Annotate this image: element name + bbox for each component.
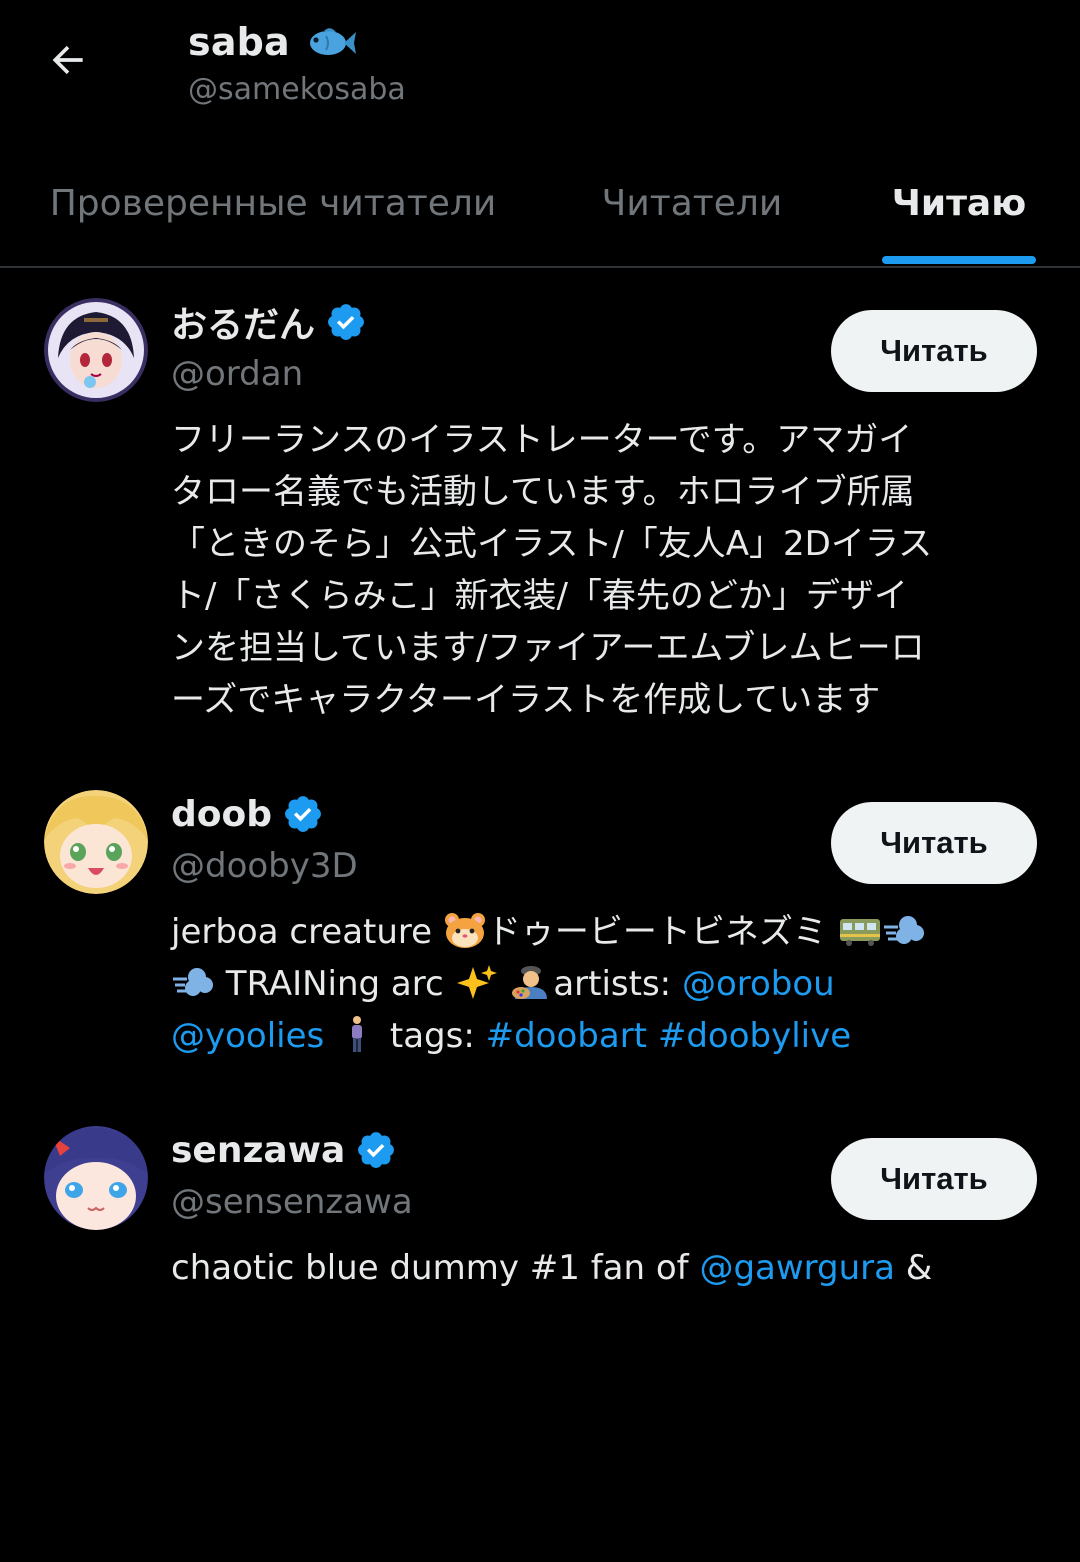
user-cell-senzawa[interactable]: senzawa @sensenzawa Читать chaotic blue …: [0, 1098, 1080, 1318]
bio-line: @yoolies tags: #doobart #doobylive: [171, 1010, 1041, 1062]
mention-link[interactable]: @gawrgura: [699, 1248, 895, 1288]
user-display-name: senzawa: [171, 1129, 346, 1171]
hashtag-link[interactable]: #doobylive: [658, 1016, 851, 1056]
person-standing-icon: [335, 1015, 379, 1053]
bio-line: 「ときのそら」公式イラスト/「友人A」2Dイラス: [171, 524, 933, 564]
arrow-left-icon: [52, 45, 83, 75]
user-bio: chaotic blue dummy #1 fan of @gawrgura &: [171, 1242, 1041, 1294]
bio-line: TRAINing arc artists: @orobou: [171, 958, 1041, 1010]
user-bio: jerboa creature ドゥービートビネズミ TRAINing arc …: [171, 906, 1041, 1062]
follow-button[interactable]: Читать: [831, 310, 1037, 392]
mention-link[interactable]: @orobou: [682, 964, 835, 1004]
artist-icon: [509, 963, 553, 1001]
user-handle: @ordan: [171, 354, 304, 394]
top-bar: saba @samekosaba: [0, 0, 1080, 140]
profile-name: saba: [188, 20, 290, 64]
bio-line: ト/「さくらみこ」新衣装/「春先のどか」デザイ: [171, 576, 908, 616]
avatar[interactable]: [44, 790, 148, 894]
mention-link[interactable]: @yoolies: [171, 1016, 324, 1056]
user-handle: @sensenzawa: [171, 1182, 413, 1222]
user-display-name: おるだん: [171, 305, 316, 346]
bio-text: tags:: [379, 1016, 486, 1056]
tab-following[interactable]: Читаю: [882, 140, 1036, 266]
active-tab-indicator: [882, 256, 1036, 264]
profile-handle: @samekosaba: [188, 72, 406, 107]
user-display-name: doob: [171, 793, 273, 835]
follow-button[interactable]: Читать: [831, 1138, 1037, 1220]
train-icon: [838, 911, 882, 949]
bio-line: ンを担当しています/ファイアーエムブレムヒーロ: [171, 628, 925, 668]
verified-badge-icon: [355, 1129, 397, 1171]
tab-verified-followers[interactable]: Проверенные читатели: [40, 140, 506, 266]
avatar[interactable]: [44, 1126, 148, 1230]
sparkles-icon: [455, 963, 499, 1001]
user-name-row: おるだん: [171, 298, 367, 346]
back-button[interactable]: [44, 36, 92, 84]
dash-icon: [882, 911, 926, 949]
user-name-row: senzawa: [171, 1126, 397, 1174]
bio-text: TRAINing arc: [215, 964, 455, 1004]
hashtag-link[interactable]: #doobart: [486, 1016, 647, 1056]
user-cell-doob[interactable]: doob @dooby3D Читать jerboa creature ドゥー…: [0, 762, 1080, 1092]
avatar[interactable]: [44, 298, 148, 402]
verified-badge-icon: [325, 301, 367, 343]
tab-followers[interactable]: Читатели: [566, 140, 818, 266]
user-name-row: doob: [171, 790, 324, 838]
bio-text: chaotic blue dummy #1 fan of: [171, 1248, 700, 1288]
user-handle: @dooby3D: [171, 846, 358, 886]
dash-icon: [171, 963, 215, 1001]
bio-line: ーズでキャラクターイラストを作成しています: [171, 680, 881, 720]
bio-line: chaotic blue dummy #1 fan of @gawrgura &: [171, 1242, 1041, 1294]
follow-button[interactable]: Читать: [831, 802, 1037, 884]
bio-text: ドゥービートビネズミ: [486, 912, 838, 952]
fish-icon: [304, 24, 356, 60]
bio-line: フリーランスのイラストレーターです。アマガイ: [171, 420, 913, 460]
bio-line: jerboa creature ドゥービートビネズミ: [171, 906, 1041, 958]
bio-text: artists:: [553, 964, 682, 1004]
user-cell-ordan[interactable]: おるだん @ordan Читать フリーランスのイラストレーターです。アマガ…: [0, 270, 1080, 750]
hamster-icon: [443, 911, 487, 949]
profile-name-row: saba: [188, 14, 356, 70]
bio-line: タロー名義でも活動しています。ホロライブ所属: [171, 472, 915, 512]
follow-tabs: Проверенные читатели Читатели Читаю: [0, 140, 1080, 268]
verified-badge-icon: [282, 793, 324, 835]
user-bio: フリーランスのイラストレーターです。アマガイ タロー名義でも活動しています。ホロ…: [171, 414, 1041, 726]
bio-text: &: [895, 1248, 933, 1288]
bio-text: jerboa creature: [171, 912, 443, 952]
